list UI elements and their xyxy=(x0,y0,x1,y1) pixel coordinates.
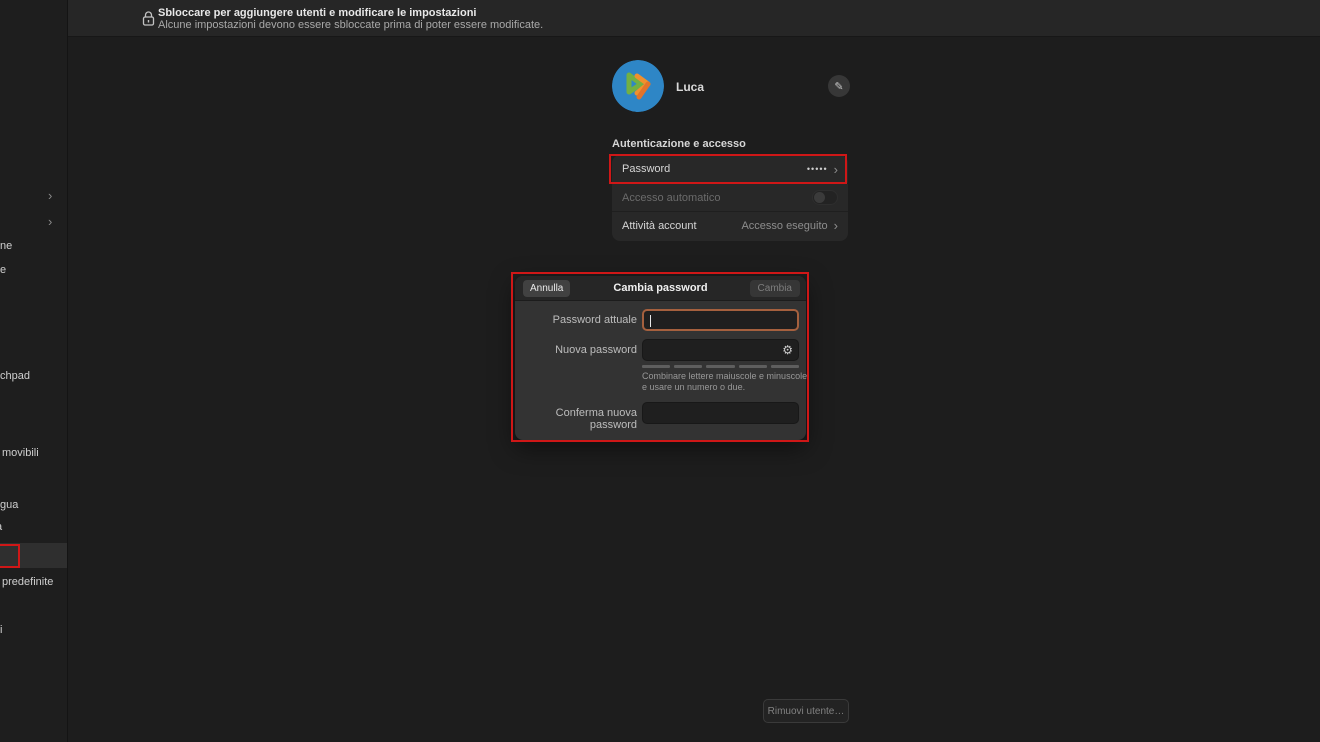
generate-password-gear-icon[interactable]: ⚙ xyxy=(782,343,793,357)
sidebar-item-partial[interactable]: e xyxy=(0,264,6,276)
chevron-right-icon: › xyxy=(834,219,838,232)
account-activity-value: Accesso eseguito xyxy=(741,220,827,232)
banner-title: Sbloccare per aggiungere utenti e modifi… xyxy=(158,7,476,19)
password-dots: ••••• xyxy=(807,164,828,174)
settings-window: › › ne e chpad movibili gua à predefinit… xyxy=(0,0,1320,742)
password-label: Password xyxy=(622,163,670,175)
pencil-icon: ✎ xyxy=(834,80,843,93)
cancel-button[interactable]: Annulla xyxy=(523,280,570,297)
sidebar-item-partial[interactable]: à xyxy=(0,521,2,533)
sidebar: › › ne e chpad movibili gua à predefinit… xyxy=(0,0,68,742)
sidebar-item-region-language[interactable]: gua xyxy=(0,499,18,511)
automatic-login-toggle[interactable] xyxy=(812,190,838,205)
chevron-right-icon: › xyxy=(834,163,838,176)
sidebar-item-mouse-touchpad[interactable]: chpad xyxy=(0,370,30,382)
new-password-input[interactable]: ⚙ xyxy=(642,339,799,361)
account-activity-label: Attività account xyxy=(622,220,697,232)
user-name: Luca xyxy=(676,80,704,94)
password-row[interactable]: Password ••••• › xyxy=(612,155,848,183)
new-password-label: Nuova password xyxy=(517,344,637,356)
password-strength-meter xyxy=(642,365,799,368)
text-caret xyxy=(650,315,651,327)
sidebar-item-default-apps[interactable]: predefinite xyxy=(2,576,53,588)
avatar xyxy=(612,60,664,112)
password-hint: Combinare lettere maiuscole e minuscole … xyxy=(642,371,814,393)
chevron-right-icon: › xyxy=(48,214,52,229)
section-title-authentication: Autenticazione e accesso xyxy=(612,138,746,150)
account-activity-row[interactable]: Attività account Accesso eseguito › xyxy=(612,211,848,239)
automatic-login-row: Accesso automatico xyxy=(612,183,848,211)
sidebar-item-partial[interactable]: i xyxy=(0,624,2,636)
lock-icon xyxy=(142,11,155,31)
current-password-label: Password attuale xyxy=(517,314,637,326)
banner-subtitle: Alcune impostazioni devono essere sblocc… xyxy=(158,19,543,31)
sidebar-item-partial[interactable]: ne xyxy=(0,240,12,252)
confirm-password-label: Conferma nuova password xyxy=(517,407,637,431)
chevron-right-icon: › xyxy=(48,188,52,203)
change-password-dialog: Cambia password Annulla Cambia Password … xyxy=(515,276,806,440)
unlock-banner[interactable]: Sbloccare per aggiungere utenti e modifi… xyxy=(68,0,1320,37)
edit-user-button[interactable]: ✎ xyxy=(828,75,850,97)
current-password-input[interactable] xyxy=(642,309,799,331)
sidebar-item-removable-media[interactable]: movibili xyxy=(2,447,39,459)
remove-user-button[interactable]: Rimuovi utente… xyxy=(763,699,849,723)
confirm-password-input[interactable] xyxy=(642,402,799,424)
sidebar-item-users-selected[interactable] xyxy=(0,543,68,568)
change-button[interactable]: Cambia xyxy=(750,280,800,297)
authentication-card: Password ••••• › Accesso automatico Atti… xyxy=(612,155,848,241)
automatic-login-label: Accesso automatico xyxy=(622,192,720,204)
